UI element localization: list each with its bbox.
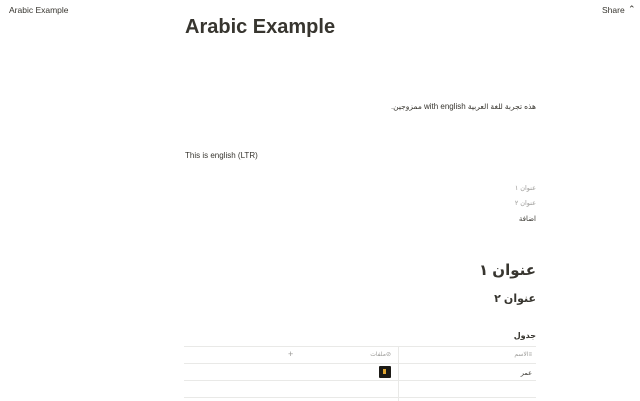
column-header-files[interactable]: ⊘ملفات <box>370 351 391 358</box>
add-column-button[interactable]: + <box>288 349 293 359</box>
breadcrumb[interactable]: Arabic Example <box>9 5 69 15</box>
column-header-name[interactable]: ≡الاسم <box>514 351 532 358</box>
row-divider <box>184 397 536 398</box>
toc-item-2[interactable]: عنوان ٢ <box>515 199 536 207</box>
share-button[interactable]: Share <box>602 5 625 15</box>
table-cell-name[interactable]: عمر <box>521 369 532 377</box>
text-property-icon: ≡ <box>528 352 532 358</box>
database-title[interactable]: جدول <box>514 331 536 340</box>
ltr-paragraph[interactable]: This is english (LTR) <box>185 151 258 160</box>
mixed-direction-paragraph[interactable]: هذه تجربة للغة العربية with english ممزو… <box>391 102 536 111</box>
add-block-text[interactable]: اضافة <box>519 215 536 223</box>
file-thumbnail-icon[interactable] <box>379 366 391 378</box>
column-divider <box>398 347 399 401</box>
row-divider <box>184 380 536 381</box>
english-inline-text: with english <box>423 102 466 111</box>
database-table: ≡الاسم ⊘ملفات + عمر <box>184 346 536 401</box>
arabic-text-start: هذه تجربة للغة العربية <box>467 102 536 111</box>
attachment-icon: ⊘ <box>385 352 391 358</box>
more-options-icon[interactable]: ⌃ <box>628 4 636 15</box>
toc-item-1[interactable]: عنوان ١ <box>515 184 536 192</box>
header-divider <box>184 363 536 364</box>
heading-1[interactable]: عنوان ١ <box>479 261 536 279</box>
arabic-text-end: ممزوجين. <box>391 102 422 111</box>
heading-2[interactable]: عنوان ٢ <box>494 292 536 305</box>
page-title[interactable]: Arabic Example <box>185 16 335 39</box>
